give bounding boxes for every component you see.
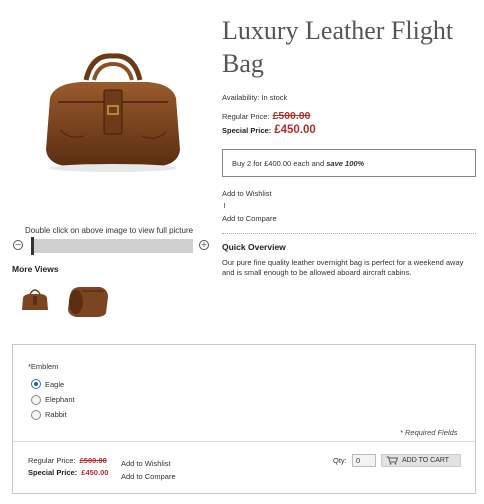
quick-overview-title: Quick Overview — [222, 242, 286, 252]
add-to-compare-link[interactable]: Add to Compare — [222, 214, 277, 223]
radio-label-eagle[interactable]: Eagle — [45, 380, 64, 389]
tier-price-text: Buy 2 for £400.00 each and — [232, 159, 327, 168]
cart-special-price-row: Special Price: £450.00 — [28, 468, 108, 477]
qty-label: Qty: — [333, 456, 347, 465]
required-fields-note: * Required Fields — [400, 428, 458, 437]
radio-label-elephant[interactable]: Elephant — [45, 395, 75, 404]
special-price-row: Special Price: £450.00 — [222, 124, 316, 136]
zoom-out-icon[interactable]: − — [13, 240, 23, 250]
link-separator — [224, 203, 225, 208]
radio-rabbit[interactable] — [31, 410, 41, 420]
regular-price-row: Regular Price: £500.00 — [222, 110, 311, 122]
radio-eagle[interactable] — [31, 379, 41, 389]
radio-elephant[interactable] — [31, 395, 41, 405]
more-views-title: More Views — [12, 264, 59, 274]
zoom-slider[interactable] — [31, 239, 193, 253]
image-hint: Double click on above image to view full… — [25, 226, 194, 235]
options-divider — [12, 441, 476, 442]
regular-price: £500.00 — [272, 110, 311, 122]
tier-price-box: Buy 2 for £400.00 each and save 100% — [222, 149, 476, 177]
add-to-wishlist-link[interactable]: Add to Wishlist — [222, 189, 272, 198]
qty-input[interactable] — [352, 454, 376, 467]
add-to-cart-label: ADD TO CART — [402, 457, 450, 464]
cart-special-price: £450.00 — [81, 468, 109, 477]
cart-icon — [386, 456, 398, 465]
product-title: Luxury Leather Flight Bag — [222, 16, 454, 78]
divider — [222, 233, 476, 234]
cart-regular-price-row: Regular Price: £500.00 — [28, 456, 107, 465]
thumbnail-bag-side[interactable] — [66, 283, 110, 319]
radio-label-rabbit[interactable]: Rabbit — [45, 410, 67, 419]
regular-price-label: Regular Price: — [222, 112, 270, 121]
emblem-label: *Emblem — [28, 362, 59, 371]
product-main-image[interactable] — [40, 50, 186, 176]
special-price: £450.00 — [274, 124, 316, 136]
special-price-label: Special Price: — [222, 126, 272, 135]
cart-regular-price-label: Regular Price: — [28, 456, 76, 465]
add-to-cart-button[interactable]: ADD TO CART — [381, 454, 461, 467]
zoom-in-icon[interactable]: + — [199, 240, 209, 250]
zoom-slider-handle[interactable] — [31, 237, 34, 255]
availability-status: Availability: In stock — [222, 93, 288, 102]
cart-add-to-wishlist-link[interactable]: Add to Wishlist — [121, 459, 171, 468]
cart-regular-price: £500.00 — [79, 456, 107, 465]
thumbnail-bag-front[interactable] — [20, 284, 50, 314]
tier-save-text: save 100% — [326, 159, 365, 168]
cart-special-price-label: Special Price: — [28, 468, 78, 477]
quick-overview-text: Our pure fine quality leather overnight … — [222, 258, 464, 277]
cart-add-to-compare-link[interactable]: Add to Compare — [121, 472, 176, 481]
